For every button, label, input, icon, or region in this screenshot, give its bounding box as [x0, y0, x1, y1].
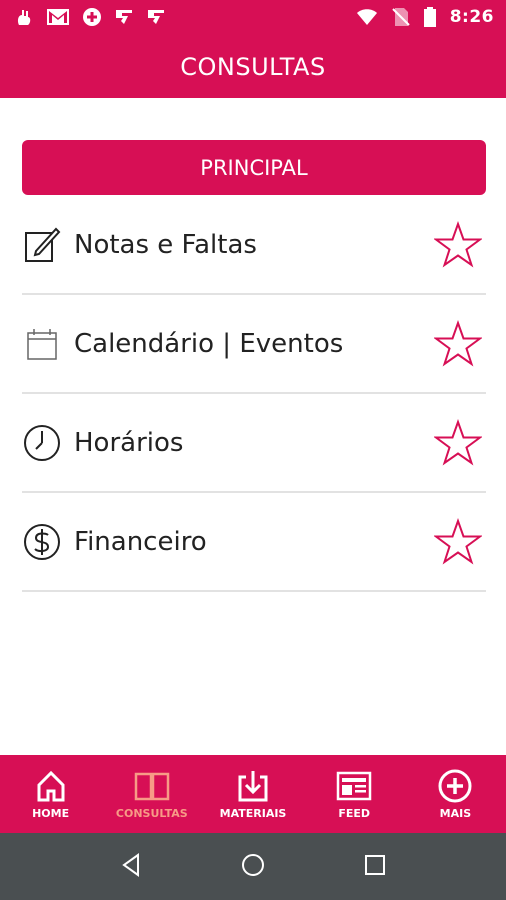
menu-item-label: Financeiro — [74, 526, 207, 557]
check-app-icon — [148, 10, 164, 24]
no-signal-icon — [391, 8, 410, 26]
menu-item-label: Calendário | Eventos — [74, 328, 344, 359]
clock-icon — [22, 423, 62, 463]
recents-icon[interactable] — [364, 854, 386, 880]
nav-materiais-label: MATERIAIS — [219, 807, 287, 820]
menu-item-label: Notas e Faltas — [74, 229, 257, 260]
nav-home[interactable]: HOME — [0, 755, 101, 833]
bottom-nav: HOME CONSULTAS MATERIAIS FEED MAIS — [0, 755, 506, 833]
menu-item-horarios[interactable]: Horários — [22, 394, 486, 493]
section-header-label: PRINCIPAL — [200, 155, 308, 180]
menu-item-label: Horários — [74, 427, 184, 458]
nav-consultas-label: CONSULTAS — [115, 807, 188, 820]
menu-list: Notas e Faltas Calendário | Eventos Horá… — [22, 196, 486, 592]
system-icons: 8:26 — [356, 7, 494, 27]
gmail-icon — [47, 9, 69, 25]
download-icon — [235, 768, 271, 804]
favorite-star-icon[interactable] — [432, 418, 484, 467]
android-nav-bar — [0, 833, 506, 900]
nav-mais[interactable]: MAIS — [405, 755, 506, 833]
gesture-icon — [18, 10, 31, 25]
app-plus-icon — [83, 8, 101, 26]
favorite-star-icon[interactable] — [432, 319, 484, 368]
app-bar: CONSULTAS — [0, 36, 506, 98]
news-icon — [336, 768, 372, 804]
section-header-principal: PRINCIPAL — [22, 140, 486, 195]
battery-icon — [423, 7, 436, 27]
nav-feed-label: FEED — [338, 807, 371, 820]
notification-icons — [14, 7, 166, 27]
wifi-icon — [356, 9, 377, 25]
nav-materiais[interactable]: MATERIAIS — [202, 755, 303, 833]
status-time: 8:26 — [449, 7, 494, 27]
back-icon[interactable] — [120, 852, 142, 881]
nav-feed[interactable]: FEED — [304, 755, 405, 833]
status-bar: 8:26 — [0, 0, 506, 36]
nav-mais-label: MAIS — [439, 807, 472, 820]
plus-circle-icon — [437, 768, 473, 804]
home-icon — [33, 768, 69, 804]
nav-home-label: HOME — [32, 807, 70, 820]
page-title: CONSULTAS — [180, 53, 326, 81]
menu-item-calendario-eventos[interactable]: Calendário | Eventos — [22, 295, 486, 394]
home-circle-icon[interactable] — [241, 853, 265, 881]
calendar-icon — [22, 324, 62, 364]
favorite-star-icon[interactable] — [432, 517, 484, 566]
book-icon — [134, 768, 170, 804]
menu-item-notas-faltas[interactable]: Notas e Faltas — [22, 196, 486, 295]
favorite-star-icon[interactable] — [432, 220, 484, 269]
edit-note-icon — [22, 225, 62, 265]
menu-item-financeiro[interactable]: Financeiro — [22, 493, 486, 592]
nav-consultas[interactable]: CONSULTAS — [101, 755, 202, 833]
dollar-icon — [22, 522, 62, 562]
check-app-icon — [116, 10, 132, 24]
